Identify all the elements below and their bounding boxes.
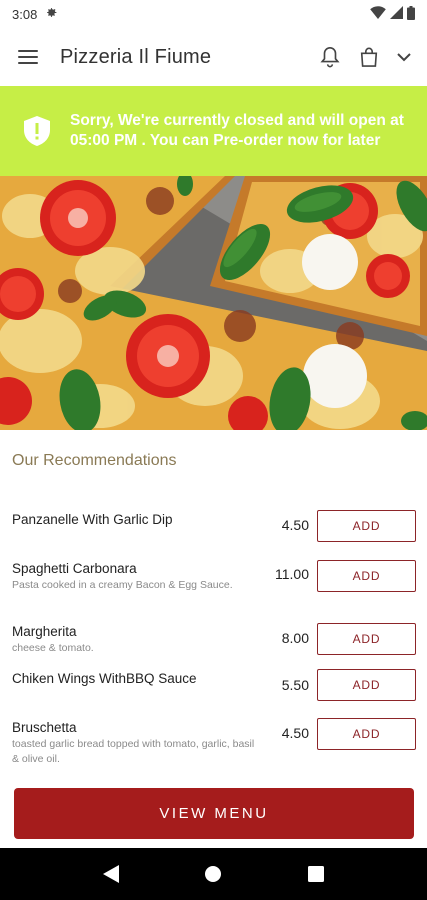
item-name: Spaghetti Carbonara — [12, 561, 137, 576]
item-price: 8.00 — [281, 630, 309, 646]
app-title: Pizzeria Il Fiume — [60, 45, 212, 68]
add-button[interactable]: ADD — [317, 669, 416, 701]
add-button[interactable]: ADD — [317, 560, 416, 592]
item-price: 4.50 — [281, 517, 309, 533]
battery-icon — [407, 5, 415, 23]
chevron-down-icon[interactable] — [397, 52, 411, 62]
bell-icon[interactable] — [319, 45, 341, 69]
app-actions — [319, 45, 411, 69]
item-name: Chiken Wings WithBBQ Sauce — [12, 671, 197, 686]
add-button[interactable]: ADD — [317, 718, 416, 750]
shopping-bag-icon[interactable] — [359, 46, 379, 68]
add-button[interactable]: ADD — [317, 510, 416, 542]
signal-icon — [390, 6, 403, 22]
recents-icon[interactable] — [296, 854, 336, 894]
item-name: Panzanelle With Garlic Dip — [12, 512, 173, 527]
hero-pizza-image — [0, 176, 427, 430]
item-description: cheese & tomato. — [12, 642, 94, 654]
app-bar: Pizzeria Il Fiume — [0, 28, 427, 86]
system-nav-bar — [0, 848, 427, 900]
item-price: 4.50 — [281, 725, 309, 741]
shield-alert-icon — [22, 116, 52, 146]
status-bar: 3:08 — [0, 0, 427, 28]
closed-banner: Sorry, We're currently closed and will o… — [0, 86, 427, 176]
wifi-icon — [370, 6, 386, 22]
item-name: Margherita — [12, 624, 77, 639]
view-menu-button[interactable]: VIEW MENU — [14, 788, 414, 839]
banner-message: Sorry, We're currently closed and will o… — [70, 112, 404, 149]
gear-icon — [45, 6, 58, 22]
item-name: Bruschetta — [12, 720, 77, 735]
item-price: 5.50 — [281, 677, 309, 693]
item-price: 11.00 — [275, 566, 309, 582]
item-description: toasted garlic bread topped with tomato,… — [12, 738, 255, 765]
home-icon[interactable] — [193, 854, 233, 894]
status-right — [370, 5, 415, 23]
section-title-recommendations: Our Recommendations — [12, 452, 177, 469]
item-description: Pasta cooked in a creamy Bacon & Egg Sau… — [12, 579, 233, 591]
status-left: 3:08 — [12, 6, 58, 22]
hamburger-menu-icon[interactable] — [18, 45, 42, 69]
back-icon[interactable] — [91, 854, 131, 894]
status-time: 3:08 — [12, 6, 38, 22]
add-button[interactable]: ADD — [317, 623, 416, 655]
